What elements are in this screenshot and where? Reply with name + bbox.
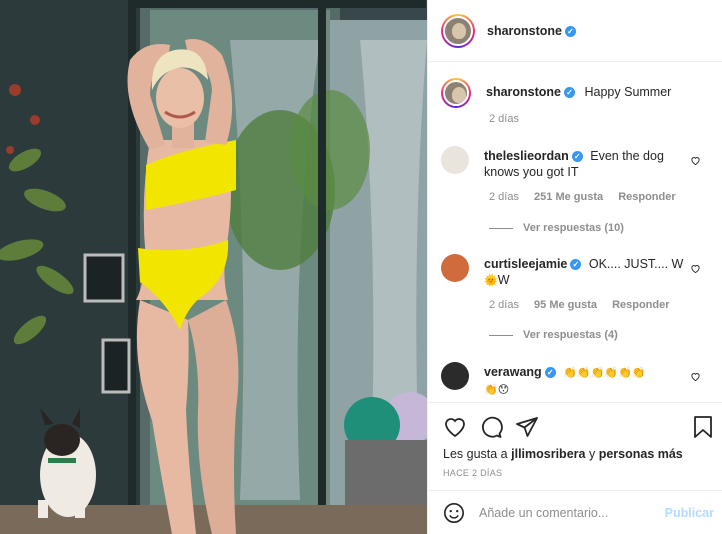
view-replies-button[interactable]: Ver respuestas (10) xyxy=(489,222,624,234)
reply-button[interactable]: Responder xyxy=(612,299,669,311)
comment-text-continuation: W xyxy=(497,273,510,287)
post-photo[interactable] xyxy=(0,0,427,534)
bookmark-icon xyxy=(694,416,712,438)
comment-age[interactable]: 2 días xyxy=(489,191,519,203)
comment-like-heart-icon[interactable] xyxy=(690,263,701,274)
comment-icon[interactable] xyxy=(479,415,503,439)
verified-icon: ✓ xyxy=(565,25,577,37)
caption-row: sharonstone ✓ Happy Summer xyxy=(441,78,712,108)
view-replies-label: Ver respuestas (4) xyxy=(523,329,618,341)
comment-meta: 2 días 251 Me gusta Responder xyxy=(489,191,688,203)
post-header: sharonstone ✓ xyxy=(428,0,722,62)
caption-meta: 2 días xyxy=(489,113,531,125)
comment-avatar[interactable] xyxy=(441,146,469,174)
comment-row: verawang ✓ 👏👏👏👏👏👏 👏😯 xyxy=(441,362,712,398)
likes-connector: y xyxy=(588,447,596,461)
caption-username[interactable]: sharonstone xyxy=(486,85,561,99)
verified-icon: ✓ xyxy=(564,87,576,99)
comment-likes[interactable]: 95 Me gusta xyxy=(534,299,597,311)
comment-row: curtisleejamie ✓ OK.... JUST.... W 🌞W xyxy=(441,254,712,289)
publish-button[interactable]: Publicar xyxy=(665,506,714,520)
author-username[interactable]: sharonstone xyxy=(487,24,562,38)
comment-avatar[interactable] xyxy=(441,254,469,282)
caption-avatar[interactable] xyxy=(441,78,471,108)
comment-text: OK.... JUST.... W xyxy=(588,257,684,271)
comment-meta: 2 días 95 Me gusta Responder xyxy=(489,299,682,311)
comment-form: Publicar xyxy=(428,490,722,534)
caption-age[interactable]: 2 días xyxy=(489,113,519,125)
caption-text: Happy Summer xyxy=(584,85,672,99)
comment-like-heart-icon[interactable] xyxy=(690,155,701,166)
view-replies-label: Ver respuestas (10) xyxy=(523,222,624,234)
comment-text-continuation: 👏😯 xyxy=(484,383,510,396)
post-image xyxy=(0,0,427,534)
likes-user[interactable]: jllimosribera xyxy=(511,447,585,461)
post-actions: Les gusta a jllimosribera y personas más… xyxy=(428,402,722,490)
action-icons xyxy=(443,415,539,439)
comment-username[interactable]: verawang xyxy=(484,365,542,379)
replies-divider xyxy=(489,227,513,229)
reply-button[interactable]: Responder xyxy=(618,191,675,203)
likes-others[interactable]: personas más xyxy=(599,447,683,461)
sun-emoji-icon: 🌞 xyxy=(484,274,498,287)
post-panel: sharonstone ✓ sharonstone ✓ Happy Summer 2… xyxy=(427,0,722,534)
comment-username[interactable]: curtisleejamie xyxy=(484,257,567,271)
replies-divider xyxy=(489,334,513,336)
save-button[interactable] xyxy=(692,415,714,439)
verified-icon: ✓ xyxy=(571,151,583,163)
share-icon[interactable] xyxy=(515,415,539,439)
comment-likes[interactable]: 251 Me gusta xyxy=(534,191,603,203)
post-timestamp[interactable]: HACE 2 DÍAS xyxy=(443,468,502,478)
heart-icon[interactable] xyxy=(443,415,467,439)
comment-row: theleslieordan ✓ Even the dog knows you g… xyxy=(441,146,712,180)
verified-icon: ✓ xyxy=(570,259,582,271)
verified-icon: ✓ xyxy=(544,367,556,379)
comment-age[interactable]: 2 días xyxy=(489,299,519,311)
comments-list[interactable]: sharonstone ✓ Happy Summer 2 días thelesl… xyxy=(428,62,722,402)
author-avatar[interactable] xyxy=(441,13,475,48)
author-name-wrap: sharonstone ✓ xyxy=(487,24,577,38)
likes-prefix: Les gusta a xyxy=(443,447,508,461)
comment-input[interactable] xyxy=(479,505,649,520)
view-replies-button[interactable]: Ver respuestas (4) xyxy=(489,329,618,341)
likes-summary: Les gusta a jllimosribera y personas más xyxy=(443,447,683,461)
comment-username[interactable]: theleslieordan xyxy=(484,149,569,163)
comment-avatar[interactable] xyxy=(441,362,469,390)
comment-like-heart-icon[interactable] xyxy=(690,371,701,382)
smiley-icon[interactable] xyxy=(443,502,465,524)
comment-text: 👏👏👏👏👏👏 xyxy=(563,366,646,379)
